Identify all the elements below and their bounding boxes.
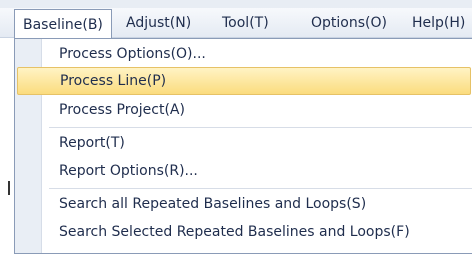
menu-item-process-options[interactable]: Process Options(O)... xyxy=(15,40,472,68)
menu-separator xyxy=(49,188,472,189)
menu-item-report[interactable]: Report(T) xyxy=(15,129,472,157)
menu-item-label: Search all Repeated Baselines and Loops(… xyxy=(59,196,367,212)
menu-item-label: Search Selected Repeated Baselines and L… xyxy=(59,224,410,240)
menu-separator xyxy=(49,127,472,128)
menu-tool-label: Tool(T) xyxy=(222,15,269,31)
menu-item-label: Process Line(P) xyxy=(60,73,167,89)
background-edge-mark xyxy=(8,181,10,195)
menu-item-label: Report Options(R)... xyxy=(59,163,198,179)
menu-baseline-label: Baseline(B) xyxy=(23,16,103,33)
menu-help-label: Help(H) xyxy=(412,15,466,31)
menu-tool[interactable]: Tool(T) xyxy=(214,8,277,38)
menu-item-label: Process Project(A) xyxy=(59,102,185,118)
menu-options[interactable]: Options(O) xyxy=(303,8,395,38)
title-strip xyxy=(0,0,472,8)
menu-item-search-selected-repeated[interactable]: Search Selected Repeated Baselines and L… xyxy=(15,218,472,246)
menu-item-label: Process Options(O)... xyxy=(59,46,206,62)
menu-options-label: Options(O) xyxy=(311,15,387,31)
menu-item-report-options[interactable]: Report Options(R)... xyxy=(15,157,472,185)
menu-item-search-all-repeated[interactable]: Search all Repeated Baselines and Loops(… xyxy=(15,190,472,218)
menu-adjust[interactable]: Adjust(N) xyxy=(118,8,199,38)
application-window: Baseline(B) Adjust(N) Tool(T) Options(O)… xyxy=(0,0,472,254)
menu-bar: Baseline(B) Adjust(N) Tool(T) Options(O)… xyxy=(0,8,472,40)
menu-item-process-line[interactable]: Process Line(P) xyxy=(17,67,471,95)
menu-item-process-project[interactable]: Process Project(A) xyxy=(15,96,472,124)
menu-item-label: Report(T) xyxy=(59,135,125,151)
menu-adjust-label: Adjust(N) xyxy=(126,15,192,31)
menu-baseline[interactable]: Baseline(B) xyxy=(14,9,112,40)
baseline-dropdown-menu: Process Options(O)... Process Line(P) Pr… xyxy=(14,38,472,254)
menu-help[interactable]: Help(H) xyxy=(404,8,472,38)
